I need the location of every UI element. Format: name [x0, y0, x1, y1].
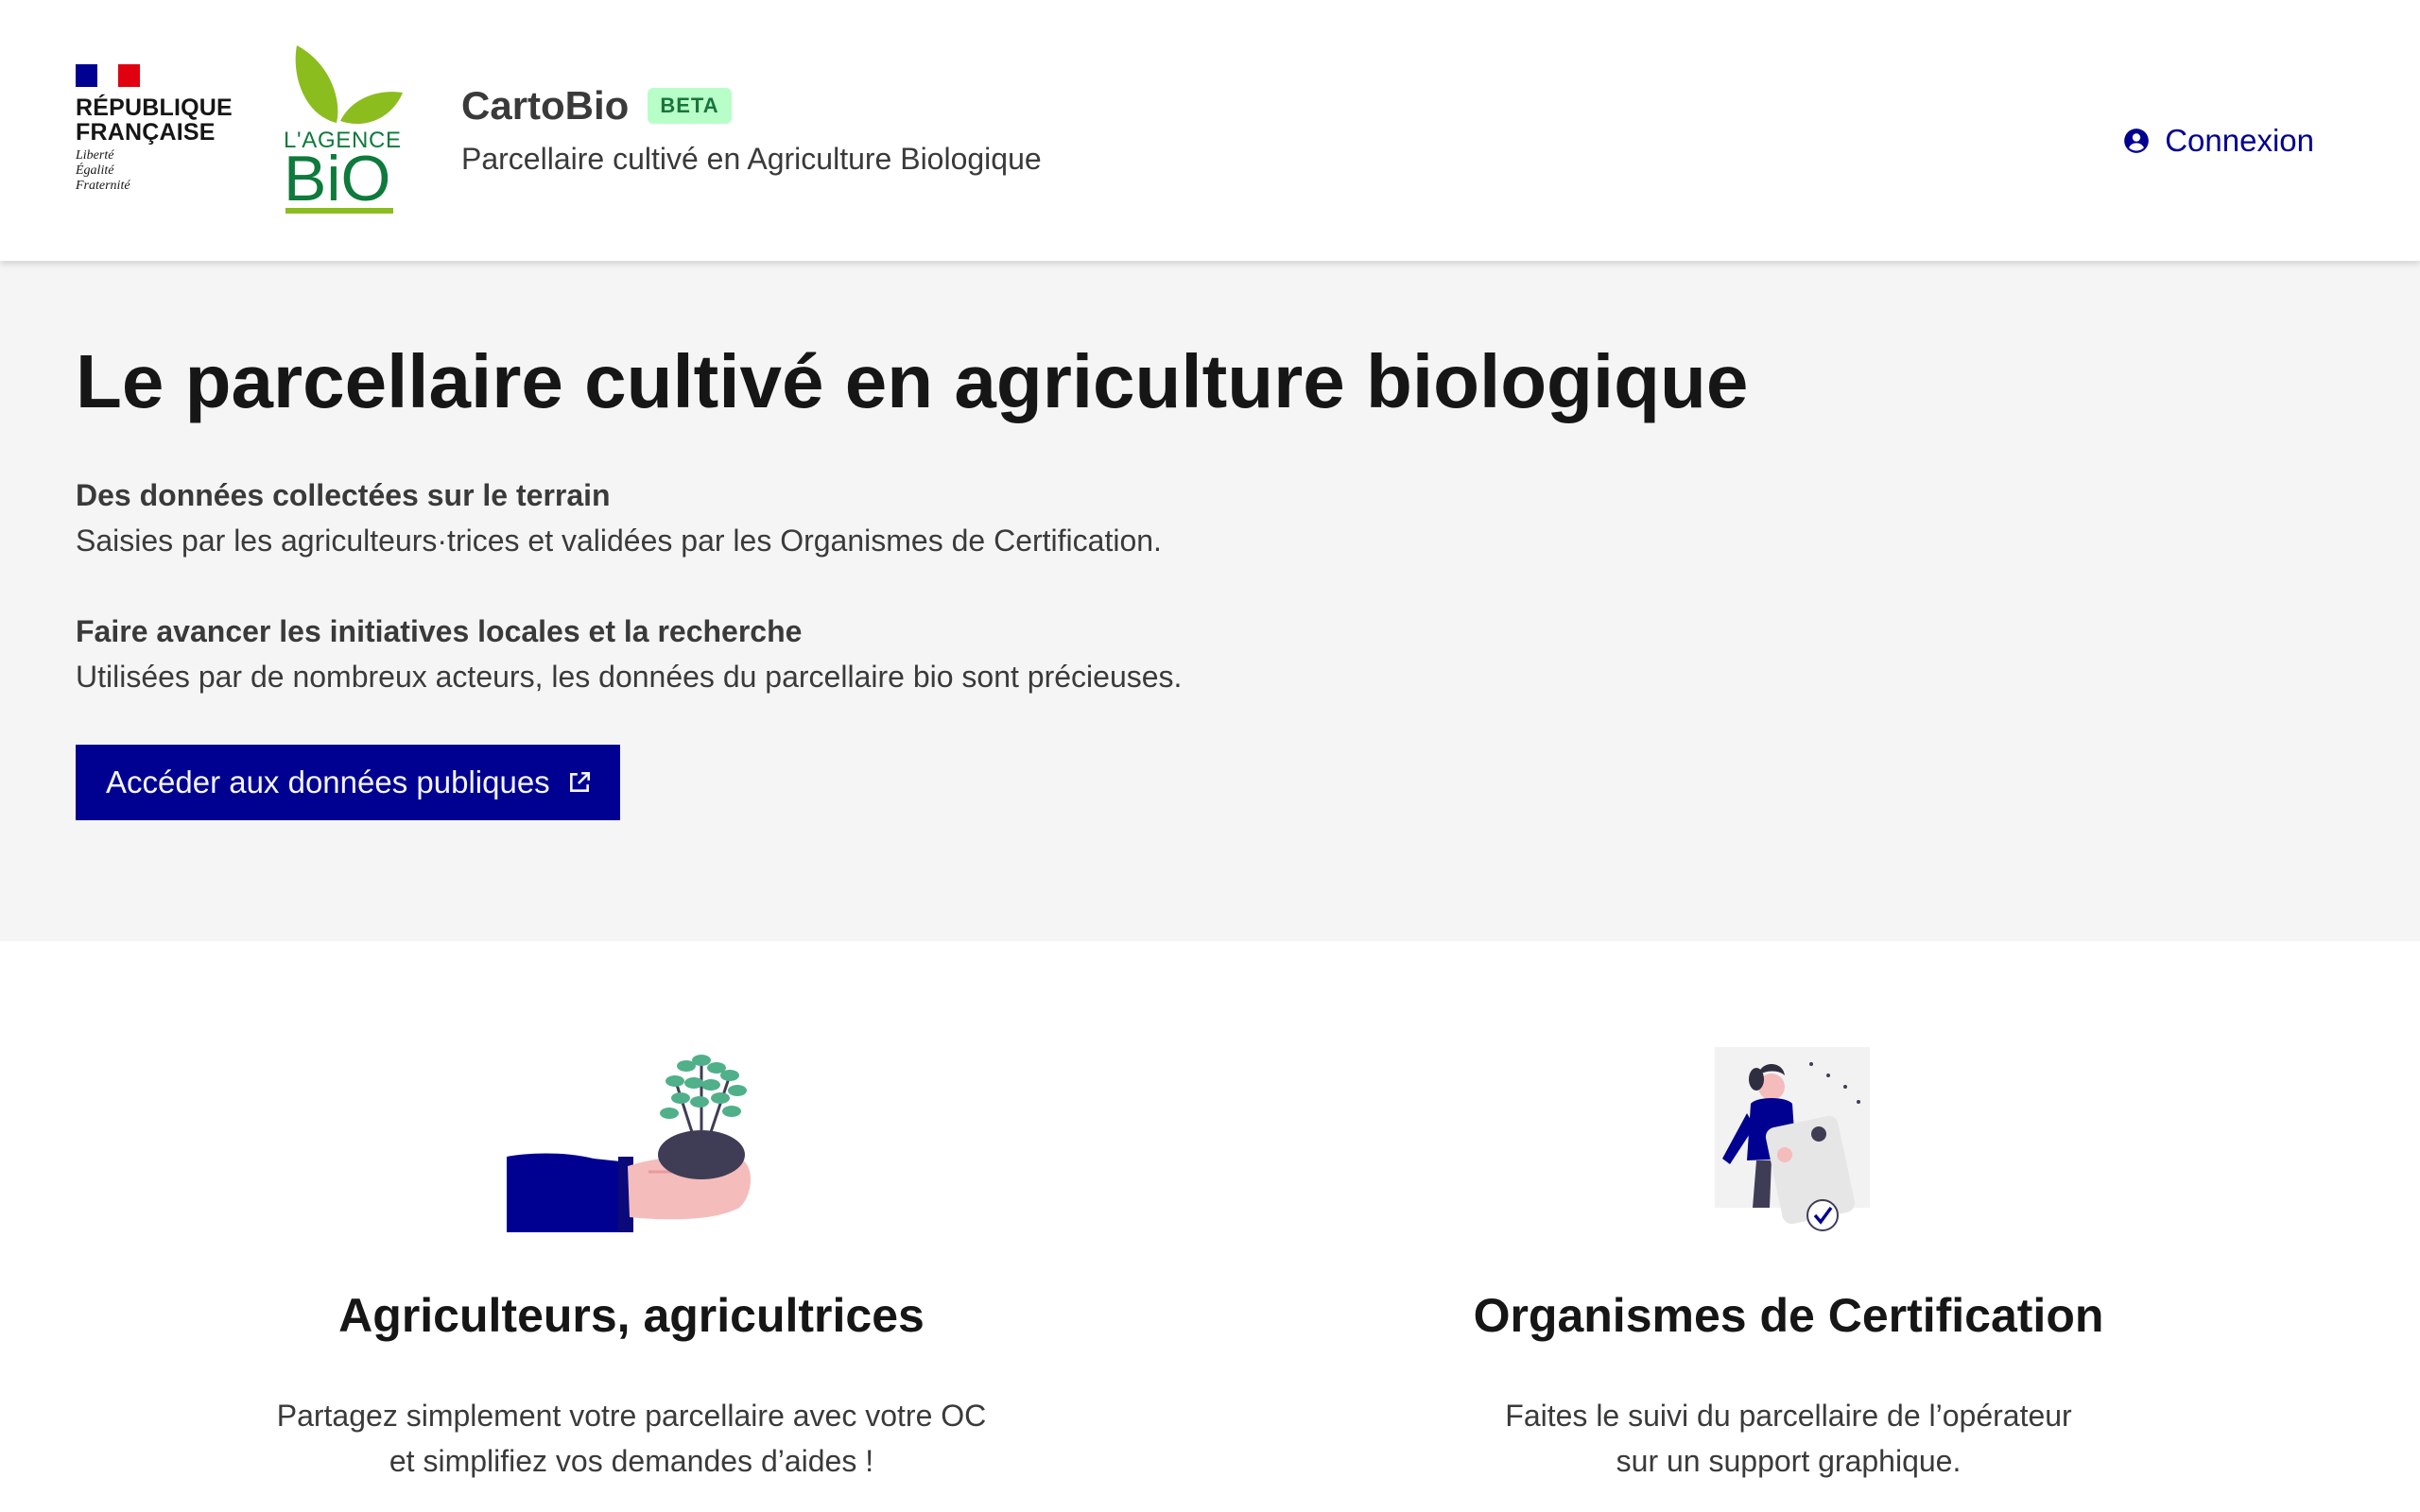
bio-label: BiO: [284, 143, 390, 215]
profile-description-line: Faites le suivi du parcellaire de l’opér…: [1505, 1399, 2072, 1433]
profiles-section: Agriculteurs, agricultrices Partagez sim…: [0, 941, 2420, 1512]
public-data-button-label: Accéder aux données publiques: [106, 765, 550, 799]
service-title[interactable]: CartoBio: [461, 83, 629, 129]
profile-certifiers: Organismes de Certification Faites le su…: [1363, 1047, 2214, 1484]
republique-francaise-logo[interactable]: RÉPUBLIQUE FRANÇAISE Liberté Égalité Fra…: [76, 64, 236, 194]
login-label: Connexion: [2165, 123, 2314, 158]
profile-description: Partagez simplement votre parcellaire av…: [206, 1393, 1057, 1484]
republique-label: RÉPUBLIQUE FRANÇAISE: [76, 95, 236, 145]
republique-motto: Liberté Égalité Fraternité: [76, 148, 236, 194]
agence-bio-logo[interactable]: L'AGENCE BiO: [284, 42, 405, 221]
republique-line1: RÉPUBLIQUE: [76, 94, 233, 121]
profile-farmers: Agriculteurs, agricultrices Partagez sim…: [206, 1047, 1057, 1484]
hero-block-recherche: Faire avancer les initiatives locales et…: [76, 609, 1182, 699]
hand-holding-plant-illustration: [507, 1055, 751, 1232]
user-circle-icon: [2124, 129, 2150, 153]
login-link[interactable]: Connexion: [2123, 123, 2314, 159]
hero-block-terrain: Des données collectées sur le terrain Sa…: [76, 472, 1162, 563]
page-title: Le parcellaire cultivé en agriculture bi…: [76, 339, 1749, 423]
hero-block-heading: Des données collectées sur le terrain: [76, 478, 611, 512]
hero-block-heading: Faire avancer les initiatives locales et…: [76, 614, 803, 648]
hero-block-text: Saisies par les agriculteurs·trices et v…: [76, 524, 1162, 558]
hero-block-text: Utilisées par de nombreux acteurs, les d…: [76, 660, 1183, 694]
hero-section: Le parcellaire cultivé en agriculture bi…: [0, 261, 2420, 941]
certification-illustration: [1715, 1047, 1870, 1231]
marianne-flag: [76, 64, 141, 87]
service-tagline: Parcellaire cultivé en Agriculture Biolo…: [461, 142, 1042, 176]
service-identity: CartoBio BETA Parcellaire cultivé en Agr…: [461, 83, 1042, 177]
motto-fraternite: Fraternité: [76, 179, 130, 193]
profile-description: Faites le suivi du parcellaire de l’opér…: [1363, 1393, 2214, 1484]
profile-description-line: sur un support graphique.: [1616, 1444, 1962, 1478]
motto-liberte: Liberté: [76, 148, 114, 163]
site-header: RÉPUBLIQUE FRANÇAISE Liberté Égalité Fra…: [0, 0, 2420, 261]
beta-badge: BETA: [648, 88, 732, 124]
profile-description-line: Partagez simplement votre parcellaire av…: [276, 1399, 987, 1433]
profile-title: Agriculteurs, agricultrices: [338, 1289, 925, 1342]
republique-line2: FRANÇAISE: [76, 119, 216, 146]
profile-title: Organismes de Certification: [1473, 1289, 2104, 1342]
profile-description-line: et simplifiez vos demandes d’aides !: [389, 1444, 874, 1478]
motto-egalite: Égalité: [76, 163, 114, 178]
external-link-icon: [569, 771, 590, 792]
public-data-button[interactable]: Accéder aux données publiques: [76, 745, 620, 820]
